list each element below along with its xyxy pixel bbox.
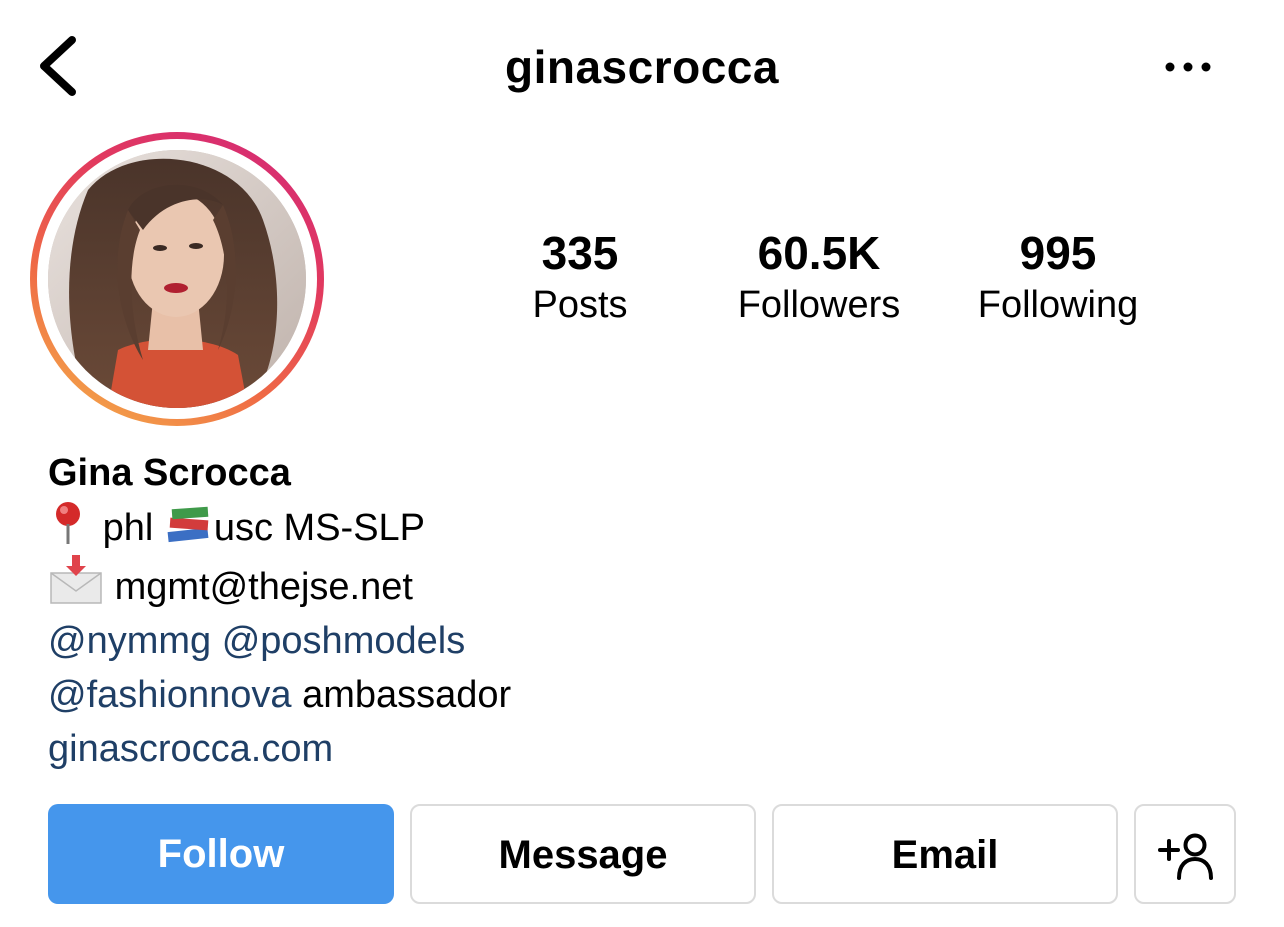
website-link[interactable]: ginascrocca.com (48, 728, 333, 770)
avatar-story-ring[interactable] (30, 132, 324, 426)
stat-following[interactable]: 995 Following (952, 226, 1164, 330)
mention-link-nymmg[interactable]: @nymmg (48, 620, 211, 662)
posts-label: Posts (532, 284, 628, 326)
profile-photo (48, 150, 306, 408)
envelope-arrow-icon (50, 555, 102, 604)
following-label: Following (977, 284, 1139, 326)
bio-line-agencies: @nymmg @poshmodels (48, 614, 948, 668)
avatar (48, 150, 306, 408)
stat-posts[interactable]: 335 Posts (500, 226, 660, 330)
bio-location-text: phl (102, 507, 154, 549)
bio-email-text: mgmt@thejse.net (114, 566, 413, 608)
message-button[interactable]: Message (410, 804, 756, 904)
following-count: 995 (1019, 227, 1097, 279)
more-options-button[interactable] (1158, 52, 1218, 82)
posts-count: 335 (541, 227, 619, 279)
profile-bio: Gina Scrocca phl usc MS-SLP mgmt@thejse.… (48, 446, 948, 776)
books-icon (167, 506, 209, 543)
bio-school-text: usc MS-SLP (213, 507, 426, 549)
bio-line-website: ginascrocca.com (48, 722, 948, 776)
bio-line-email: mgmt@thejse.net (48, 555, 948, 614)
bio-line-ambassador: @fashionnova ambassador (48, 668, 948, 722)
mention-link-fashionnova[interactable]: @fashionnova (48, 674, 292, 716)
follow-button[interactable]: Follow (48, 804, 394, 904)
email-button[interactable]: Email (772, 804, 1118, 904)
pushpin-icon (56, 502, 80, 544)
page-title: ginascrocca (505, 41, 779, 93)
mention-link-poshmodels[interactable]: @poshmodels (222, 620, 465, 662)
profile-header: ginascrocca (0, 0, 1284, 130)
stat-followers[interactable]: 60.5K Followers (710, 226, 928, 330)
more-horizontal-icon (1165, 62, 1211, 72)
followers-label: Followers (737, 284, 901, 326)
bio-ambassador-text: ambassador (302, 674, 512, 716)
suggested-users-button[interactable] (1134, 804, 1236, 904)
followers-count: 60.5K (757, 227, 881, 279)
add-user-icon (1158, 833, 1213, 880)
avatar-ring-gap (37, 139, 317, 419)
display-name: Gina Scrocca (48, 452, 291, 494)
bio-line-location: phl usc MS-SLP (48, 500, 948, 555)
